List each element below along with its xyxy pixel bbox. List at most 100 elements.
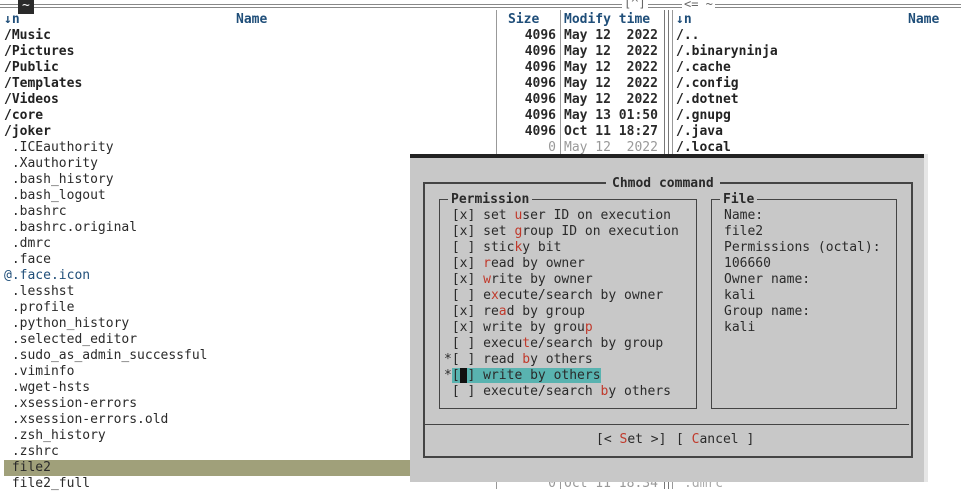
- file-row[interactable]: @.face.icon: [4, 268, 90, 284]
- permission-checkbox[interactable]: [ ] execute/search by others: [444, 384, 671, 400]
- file-row[interactable]: .face: [4, 252, 51, 268]
- file-name: .bashrc: [4, 204, 67, 219]
- set-button[interactable]: [< Set >]: [596, 432, 666, 448]
- permission-checkbox[interactable]: *[ ] write by others: [444, 368, 601, 384]
- checkbox-box: [x]: [451, 272, 476, 287]
- file-row[interactable]: .viminfo: [4, 364, 75, 380]
- cancel-button[interactable]: [ Cancel ]: [676, 432, 754, 448]
- permission-label: re: [483, 304, 499, 319]
- file-row[interactable]: .wget-hsts: [4, 380, 90, 396]
- file-row[interactable]: .dmrc: [4, 236, 51, 252]
- right-file-row[interactable]: /.binaryninja: [676, 44, 778, 60]
- file-mtime: May 12 2022: [564, 60, 658, 75]
- right-file-row[interactable]: /.gnupg: [676, 108, 731, 124]
- permission-label: a: [498, 304, 507, 319]
- file-size: 4096: [524, 92, 556, 107]
- file-mtime: May 12 2022: [564, 92, 658, 107]
- right-file-row[interactable]: /.config: [676, 76, 739, 92]
- permission-label: write by grou: [483, 320, 585, 335]
- right-column-header-name[interactable]: Name: [908, 12, 939, 28]
- file-row[interactable]: file2_full: [4, 476, 90, 492]
- file-name: .bash_logout: [4, 188, 106, 203]
- file-row[interactable]: .profile: [4, 300, 75, 316]
- file-row[interactable]: .bashrc: [4, 204, 67, 220]
- permission-label: stic: [483, 240, 515, 255]
- file-row[interactable]: /Public: [4, 60, 59, 76]
- column-header-size[interactable]: Size: [508, 12, 539, 28]
- permission-label: y others: [608, 384, 671, 399]
- file-info-value: kali: [724, 320, 756, 335]
- file-row[interactable]: .zsh_history: [4, 428, 106, 444]
- file-row[interactable]: .sudo_as_admin_successful: [4, 348, 208, 364]
- right-file-row[interactable]: /.cache: [676, 60, 731, 76]
- permission-checkbox[interactable]: [x] write by owner: [444, 272, 593, 288]
- right-file-row[interactable]: /.dotnet: [676, 92, 739, 108]
- file-name: .sudo_as_admin_successful: [4, 348, 208, 363]
- permission-label: b: [522, 352, 531, 367]
- permission-checkbox[interactable]: [ ] execute/search by owner: [444, 288, 663, 304]
- permission-label: ser ID on execution: [522, 208, 671, 223]
- right-file-row[interactable]: /.java: [676, 124, 723, 140]
- file-mtime: May 13 01:50: [564, 108, 658, 123]
- file-row[interactable]: .ICEauthority: [4, 140, 114, 156]
- file-name: .wget-hsts: [4, 380, 91, 395]
- permission-checkbox[interactable]: [x] read by owner: [444, 256, 585, 272]
- right-sort-indicator[interactable]: ↓n: [676, 12, 692, 28]
- file-name: .profile: [4, 300, 75, 315]
- selection-mark: *: [444, 368, 452, 383]
- permission-label: p: [584, 320, 593, 335]
- checkbox-box: [x]: [451, 304, 476, 319]
- file-name: .face: [4, 252, 51, 267]
- permission-label: write by others: [483, 368, 601, 383]
- file-name: @.face.icon: [4, 268, 91, 283]
- file-row[interactable]: /core: [4, 108, 43, 124]
- file-info-label: Group name:: [724, 304, 811, 319]
- dialog-title: Chmod command: [606, 176, 720, 192]
- file-row[interactable]: .bashrc.original: [4, 220, 137, 236]
- checkbox-box: [x]: [451, 224, 476, 239]
- file-row[interactable]: /Pictures: [4, 44, 74, 60]
- file-name: .bashrc.original: [4, 220, 138, 235]
- selected-file-row[interactable]: file2: [4, 460, 410, 476]
- file-row[interactable]: .xsession-errors: [4, 396, 137, 412]
- permission-checkbox[interactable]: [x] read by group: [444, 304, 585, 320]
- file-row[interactable]: .python_history: [4, 316, 129, 332]
- file-row[interactable]: .selected_editor: [4, 332, 137, 348]
- permission-checkbox[interactable]: *[ ] read by others: [444, 352, 593, 368]
- column-header-modify-time[interactable]: Modify time: [564, 12, 650, 28]
- file-row[interactable]: /Music: [4, 28, 51, 44]
- file-info-label: Name:: [724, 208, 764, 223]
- panel-swap-marker[interactable]: [^]: [622, 0, 648, 11]
- file-row[interactable]: .zshrc: [4, 444, 59, 460]
- file-row[interactable]: .lesshst: [4, 284, 75, 300]
- permission-label: ead by owner: [490, 256, 585, 271]
- file-row[interactable]: .bash_logout: [4, 188, 106, 204]
- file-row[interactable]: .bash_history: [4, 172, 114, 188]
- permission-checkbox[interactable]: [x] set group ID on execution: [444, 224, 679, 240]
- permission-label: r: [483, 256, 491, 271]
- permission-checkbox[interactable]: [x] set user ID on execution: [444, 208, 671, 224]
- file-name: .lesshst: [4, 284, 75, 299]
- left-panel-tab[interactable]: ~: [18, 0, 34, 14]
- file-row[interactable]: /Videos: [4, 92, 59, 108]
- file-row[interactable]: /joker: [4, 124, 51, 140]
- file-row[interactable]: /Templates: [4, 76, 82, 92]
- permission-label: x: [490, 288, 499, 303]
- file-row[interactable]: .Xauthority: [4, 156, 98, 172]
- permission-checkbox[interactable]: [ ] execute/search by group: [444, 336, 663, 352]
- column-header-name[interactable]: Name: [236, 12, 267, 28]
- selection-mark: [444, 336, 452, 351]
- file-name: .xsession-errors.old: [4, 412, 169, 427]
- permission-checkbox[interactable]: [x] write by group: [444, 320, 593, 336]
- checkbox-box: [x]: [451, 256, 476, 271]
- file-info-value: kali: [724, 288, 756, 303]
- permission-checkbox[interactable]: [ ] sticky bit: [444, 240, 562, 256]
- right-panel-path[interactable]: <= ~: [682, 0, 715, 12]
- file-info-label: Owner name:: [724, 272, 811, 287]
- permission-label: read: [483, 352, 523, 367]
- permission-label: ecute/search by owner: [498, 288, 664, 303]
- right-file-row[interactable]: /..: [676, 28, 699, 44]
- file-row[interactable]: .xsession-errors.old: [4, 412, 169, 428]
- sort-indicator[interactable]: ↓n: [4, 12, 20, 28]
- file-name: /core: [4, 108, 44, 123]
